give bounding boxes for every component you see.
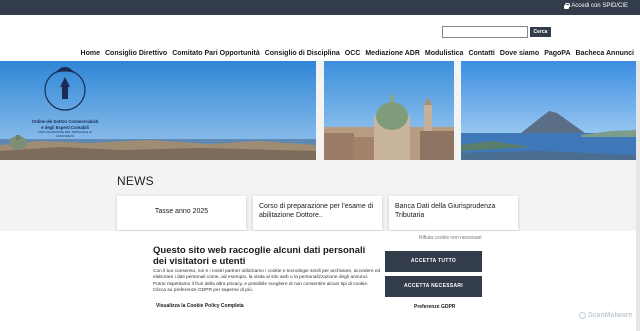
main-nav: Home Consiglio Direttivo Comitato Pari O… [0,47,640,60]
cookie-banner-text: Con il tuo consenso, noi e i nostri part… [153,269,381,293]
nav-item-comitato-pari-opportunita[interactable]: Comitato Pari Opportunità [172,47,260,60]
cookie-banner-title: Questo sito web raccoglie alcuni dati pe… [153,245,366,267]
logo-text-line1: Ordine dei Dottori Commercialisti [31,119,99,124]
page-scrollbar[interactable] [636,61,640,331]
nav-item-bacheca-annunci[interactable]: Bacheca Annunci [576,47,634,60]
nav-item-mediazione-adr[interactable]: Mediazione ADR [365,47,420,60]
nav-item-home[interactable]: Home [81,47,100,60]
cookie-banner: Questo sito web raccoglie alcuni dati pe… [0,231,636,331]
search-input[interactable] [442,26,528,38]
nav-item-consiglio-direttivo[interactable]: Consiglio Direttivo [105,47,167,60]
news-card[interactable]: Tasse anno 2025 [117,196,246,230]
news-card[interactable]: Corso di preparazione per l'esame di abi… [253,196,382,230]
spid-login-label: Accedi con SPID/CIE [571,3,628,9]
scanmalware-logo-icon [579,312,586,319]
hero-image-sea-volcano [461,61,636,160]
order-logo: Ordine dei Dottori Commercialisti e degl… [30,63,100,138]
nav-item-dove-siamo[interactable]: Dove siamo [500,47,539,60]
logo-text-line3: CIRCOSCRIZIONE DEL TRIBUNALE DI CATANZAR… [37,130,92,138]
hero-image-cathedral [324,61,454,160]
accept-necessary-button[interactable]: ACCETTA NECESSARI [385,276,482,297]
news-card[interactable]: Banca Dati della Giurisprudenza Tributar… [389,196,518,230]
nav-item-consiglio-di-disciplina[interactable]: Consiglio di Disciplina [265,47,340,60]
lock-icon [564,3,571,9]
nav-item-modulistica[interactable]: Modulistica [425,47,464,60]
cookie-policy-link[interactable]: Visualizza la Cookie Policy Completa [156,303,244,309]
logo-emblem-icon [44,67,86,111]
nav-item-contatti[interactable]: Contatti [468,47,494,60]
reject-cookies-link[interactable]: Rifiuta cookie non necessari [419,235,482,241]
scanmalware-watermark: ScanMalware [579,312,632,319]
top-bar: Accedi con SPID/CIE [0,0,640,15]
spid-login-link[interactable]: Accedi con SPID/CIE [564,3,628,9]
nav-item-occ[interactable]: OCC [345,47,361,60]
gdpr-preferences-link[interactable]: Preferenze GDPR [414,304,455,310]
accept-all-button[interactable]: ACCETTA TUTTO [385,251,482,272]
watermark-label: ScanMalware [588,312,633,319]
nav-item-pagopa[interactable]: PagoPA [544,47,570,60]
news-heading: NEWS [117,174,154,188]
search-button[interactable]: Cerca [530,27,551,37]
